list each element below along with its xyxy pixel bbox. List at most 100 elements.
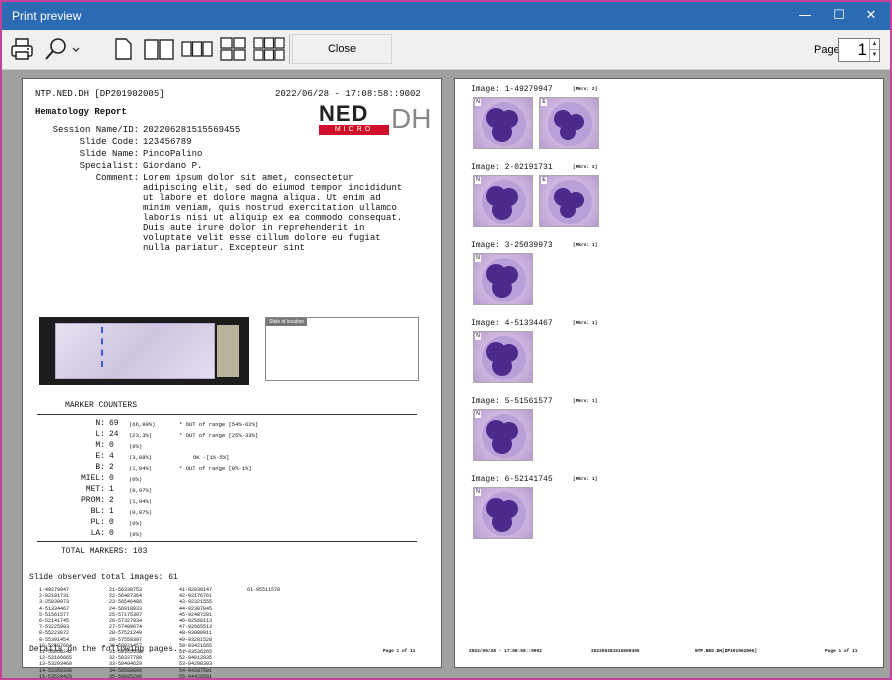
page-up-arrow-icon[interactable]: ▲ <box>869 39 879 50</box>
marker-name: L: <box>95 430 105 439</box>
cell-nucleus-lobe <box>492 122 512 142</box>
cell-thumbnail[interactable]: N <box>473 175 533 227</box>
slide-photo <box>39 317 249 385</box>
marker-name: N: <box>95 419 105 428</box>
cell-thumbnail[interactable]: N <box>473 409 533 461</box>
marker-percent: (3,88%) <box>129 454 153 461</box>
cell-nucleus-lobe <box>492 356 512 376</box>
one-page-button[interactable] <box>110 34 136 64</box>
marker-percent: (0%) <box>129 443 143 450</box>
close-button[interactable]: Close <box>292 34 392 64</box>
observed-images-count: Slide observed total images: 61 <box>29 573 178 582</box>
six-pages-button[interactable] <box>252 34 286 64</box>
three-pages-button[interactable] <box>180 34 214 64</box>
slide-location-box: Slide id location <box>265 317 419 381</box>
cell-nucleus-lobe <box>492 278 512 298</box>
marker-name: PL: <box>90 518 105 527</box>
marker-name: PROM: <box>80 496 105 505</box>
image-id-column: 61-95511578 <box>247 587 281 593</box>
page-number-value: 1 <box>857 40 867 59</box>
slide-code-value: 123456789 <box>143 137 192 147</box>
marker-percent: (1,94%) <box>129 465 153 472</box>
nedmicro-logo: NED MICRO DH <box>319 101 431 141</box>
cell-thumbnail[interactable]: E <box>539 97 599 149</box>
cell-class-tag: E <box>541 177 547 184</box>
footer-page-number: Page 1 of 11 <box>825 649 858 654</box>
slide-label-area <box>217 325 239 377</box>
close-window-button[interactable]: ✕ <box>854 2 888 30</box>
report-page-2: Image: 1-49279947 [Mkrs: 2] N E Image: 2-021… <box>454 78 884 668</box>
image-title: Image: 4-51334467 <box>471 319 553 328</box>
marker-counters-title: MARKER COUNTERS <box>65 401 138 410</box>
marker-note: * OUT of range [54%-62%] <box>179 421 259 428</box>
title-bar[interactable]: Print preview — ☐ ✕ <box>2 2 890 30</box>
printer-icon <box>11 38 33 60</box>
marker-note: * OUT of range [0%-1%] <box>179 465 252 472</box>
six-pages-icon <box>253 37 285 61</box>
marker-count: 1 <box>109 485 114 494</box>
footer-session: 202206281515569455 <box>591 649 640 654</box>
two-pages-button[interactable] <box>142 34 176 64</box>
report-timestamp: 2022/06/28 - 17:08:58::9002 <box>275 89 421 99</box>
print-preview-window: Print preview — ☐ ✕ Close Page 1 ▲ ▼ NTP… <box>0 0 892 680</box>
cell-class-tag: N <box>475 255 481 262</box>
maximize-button[interactable]: ☐ <box>822 2 856 30</box>
marker-percent: (0%) <box>129 531 143 538</box>
specialist-value: Giordano P. <box>143 161 203 171</box>
marker-count: 1 <box>109 507 114 516</box>
image-title: Image: 6-52141745 <box>471 475 553 484</box>
print-button[interactable] <box>8 34 36 64</box>
marker-percent: (1,94%) <box>129 498 153 505</box>
marker-note: OK -[1%-5%] <box>193 454 230 461</box>
marker-percent: (0,97%) <box>129 487 153 494</box>
zoom-button[interactable] <box>40 34 84 64</box>
marker-note: * OUT of range [25%-33%] <box>179 432 259 439</box>
marker-name: MET: <box>85 485 105 494</box>
marker-divider-top <box>37 414 417 415</box>
marker-percent: (66,99%) <box>129 421 156 428</box>
cell-class-tag: E <box>541 99 547 106</box>
cell-class-tag: N <box>475 177 481 184</box>
cell-thumbnail[interactable]: N <box>473 487 533 539</box>
marker-percent: (0%) <box>129 520 143 527</box>
image-title: Image: 5-51561577 <box>471 397 553 406</box>
cell-nucleus-lobe <box>560 202 576 218</box>
slide-name-value: PincoPalino <box>143 149 203 159</box>
details-note: Details on the following pages... <box>29 645 188 654</box>
page-number-footer: Page 1 of 11 <box>383 649 416 654</box>
marker-name: BL: <box>90 507 105 516</box>
marker-count: 0 <box>109 474 114 483</box>
report-title: Hematology Report <box>35 107 127 117</box>
image-markers-count: [Mkrs: 2] <box>573 87 598 92</box>
marker-percent: (0%) <box>129 476 143 483</box>
page-down-arrow-icon[interactable]: ▼ <box>869 50 879 61</box>
slide-location-tag: Slide id location <box>266 318 308 326</box>
cell-class-tag: N <box>475 489 481 496</box>
marker-percent: (0,97%) <box>129 509 153 516</box>
four-pages-button[interactable] <box>218 34 248 64</box>
marker-name: M: <box>95 441 105 450</box>
marker-count: 24 <box>109 430 119 439</box>
image-id-column: 21-56338753 22-56487364 23-56546486 24-5… <box>109 587 143 680</box>
marker-count: 2 <box>109 463 114 472</box>
report-id-header: NTP.NED.DH [DP201902005] <box>35 89 165 99</box>
slide-mark <box>101 327 109 367</box>
marker-count: 0 <box>109 518 114 527</box>
page-number-input[interactable]: 1 ▲ ▼ <box>838 38 880 62</box>
image-id-column: 41-92039147 42-92176761 43-92321555 44-9… <box>179 587 213 680</box>
preview-area[interactable]: NTP.NED.DH [DP201902005] 2022/06/28 - 17… <box>2 70 890 680</box>
one-page-icon <box>115 38 132 60</box>
cell-thumbnail[interactable]: N <box>473 97 533 149</box>
image-title: Image: 3-25039973 <box>471 241 553 250</box>
cell-nucleus-lobe <box>492 434 512 454</box>
cell-thumbnail[interactable]: N <box>473 331 533 383</box>
cell-thumbnail[interactable]: E <box>539 175 599 227</box>
image-markers-count: [Mkrs: 1] <box>573 243 598 248</box>
slide-code-label: Slide Code: <box>79 137 139 147</box>
cell-thumbnail[interactable]: N <box>473 253 533 305</box>
cell-nucleus-lobe <box>492 200 512 220</box>
report-page-1: NTP.NED.DH [DP201902005] 2022/06/28 - 17… <box>22 78 442 680</box>
comment-value: Lorem ipsum dolor sit amet, consectetur … <box>143 173 403 253</box>
minimize-button[interactable]: — <box>788 2 822 30</box>
specialist-label: Specialist: <box>79 161 139 171</box>
